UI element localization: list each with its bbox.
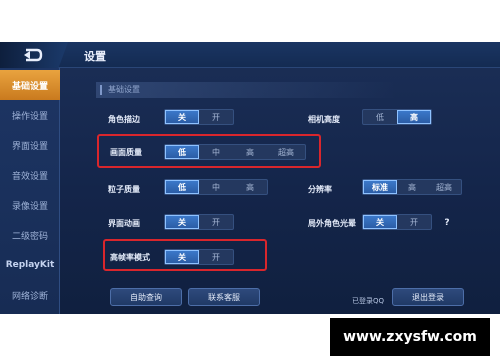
outline-on-option[interactable]: 开 bbox=[199, 110, 233, 124]
sidebar-item-interface[interactable]: 界面设置 bbox=[0, 130, 60, 160]
sidebar-item-network[interactable]: 网络诊断 bbox=[0, 280, 60, 310]
sidebar-item-replaykit[interactable]: ReplayKit bbox=[0, 250, 60, 280]
particles-mid-option[interactable]: 中 bbox=[199, 180, 233, 194]
quality-ultra-option[interactable]: 超高 bbox=[267, 145, 305, 159]
sidebar-item-basic[interactable]: 基础设置 bbox=[0, 70, 60, 100]
camera-height-label: 相机高度 bbox=[308, 115, 340, 124]
high-fps-toggle: 关 开 bbox=[164, 249, 234, 265]
particles-label: 粒子质量 bbox=[108, 185, 140, 194]
settings-screen: 设置 基础设置 操作设置 界面设置 音效设置 录像设置 二级密码 ReplayK… bbox=[0, 42, 500, 314]
watermark: www.zxysfw.com bbox=[330, 318, 490, 356]
camera-high-option[interactable]: 高 bbox=[397, 110, 431, 124]
quality-label: 画面质量 bbox=[110, 148, 142, 157]
sidebar: 基础设置 操作设置 界面设置 音效设置 录像设置 二级密码 ReplayKit … bbox=[0, 68, 60, 314]
halo-on-option[interactable]: 开 bbox=[397, 215, 431, 229]
resolution-high-option[interactable]: 高 bbox=[397, 180, 427, 194]
header-bar: 设置 bbox=[0, 42, 500, 68]
particles-high-option[interactable]: 高 bbox=[233, 180, 267, 194]
outline-label: 角色描边 bbox=[108, 115, 140, 124]
particles-selector: 低 中 高 bbox=[164, 179, 268, 195]
sidebar-item-controls[interactable]: 操作设置 bbox=[0, 100, 60, 130]
quality-selector: 低 中 高 超高 bbox=[164, 144, 306, 160]
camera-low-option[interactable]: 低 bbox=[363, 110, 397, 124]
back-button[interactable] bbox=[0, 42, 68, 68]
ui-animation-label: 界面动画 bbox=[108, 219, 140, 228]
particles-low-option[interactable]: 低 bbox=[165, 180, 199, 194]
camera-height-toggle: 低 高 bbox=[362, 109, 432, 125]
sidebar-item-password[interactable]: 二级密码 bbox=[0, 220, 60, 250]
quality-mid-option[interactable]: 中 bbox=[199, 145, 233, 159]
outline-off-option[interactable]: 关 bbox=[165, 110, 199, 124]
back-arrow-icon bbox=[24, 48, 43, 62]
quality-low-option[interactable]: 低 bbox=[165, 145, 199, 159]
ui-animation-on-option[interactable]: 开 bbox=[199, 215, 233, 229]
logout-button[interactable]: 退出登录 bbox=[392, 288, 464, 306]
halo-label: 局外角色光晕 bbox=[308, 219, 356, 228]
section-header: 基础设置 bbox=[96, 82, 396, 98]
high-fps-label: 高帧率模式 bbox=[110, 253, 150, 262]
login-status-text: 已登录QQ bbox=[352, 297, 385, 305]
resolution-label: 分辨率 bbox=[308, 185, 332, 194]
resolution-standard-option[interactable]: 标准 bbox=[363, 180, 397, 194]
ui-animation-off-option[interactable]: 关 bbox=[165, 215, 199, 229]
halo-off-option[interactable]: 关 bbox=[363, 215, 397, 229]
contact-support-button[interactable]: 联系客服 bbox=[188, 288, 260, 306]
halo-toggle: 关 开 bbox=[362, 214, 432, 230]
sidebar-item-sound[interactable]: 音效设置 bbox=[0, 160, 60, 190]
resolution-selector: 标准 高 超高 bbox=[362, 179, 462, 195]
help-icon[interactable]: ? bbox=[440, 216, 454, 230]
section-marker bbox=[100, 85, 102, 95]
resolution-ultra-option[interactable]: 超高 bbox=[427, 180, 461, 194]
outline-toggle: 关 开 bbox=[164, 109, 234, 125]
high-fps-off-option[interactable]: 关 bbox=[165, 250, 199, 264]
section-title: 基础设置 bbox=[108, 85, 140, 94]
ui-animation-toggle: 关 开 bbox=[164, 214, 234, 230]
self-service-button[interactable]: 自助查询 bbox=[110, 288, 182, 306]
page-title: 设置 bbox=[84, 50, 106, 63]
high-fps-on-option[interactable]: 开 bbox=[199, 250, 233, 264]
sidebar-item-replay[interactable]: 录像设置 bbox=[0, 190, 60, 220]
quality-high-option[interactable]: 高 bbox=[233, 145, 267, 159]
